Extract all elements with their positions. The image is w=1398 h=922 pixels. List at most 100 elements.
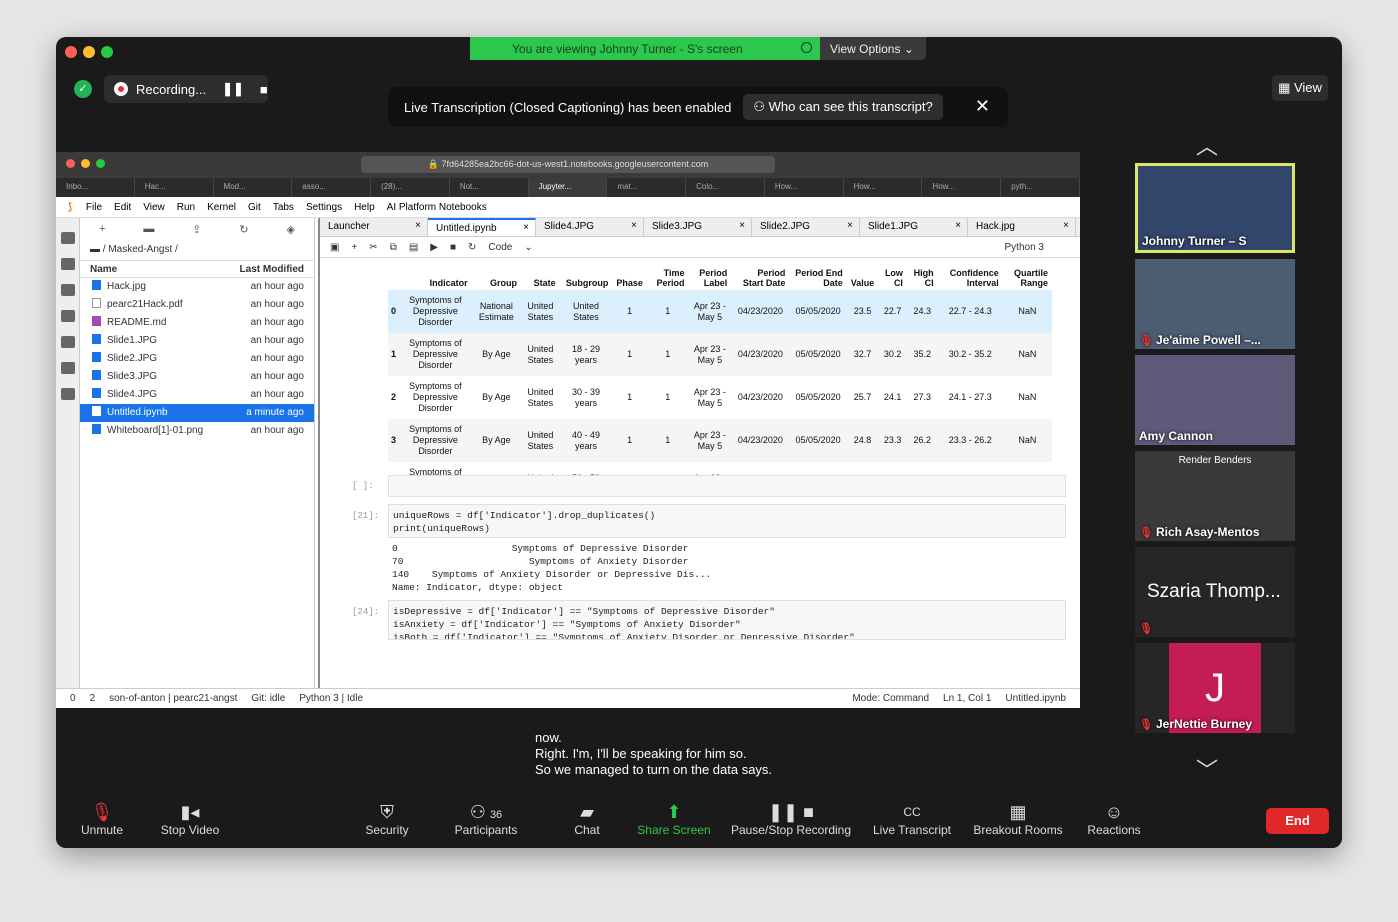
palette-icon[interactable] — [61, 310, 75, 322]
file-row[interactable]: pearc21Hack.pdf an hour ago — [80, 296, 314, 314]
browser-tab[interactable]: mat... — [607, 178, 687, 197]
browser-tab[interactable]: How... — [844, 178, 923, 197]
menu-kernel[interactable]: Kernel — [207, 202, 236, 213]
menu-file[interactable]: File — [86, 202, 102, 213]
status-terminals[interactable]: 0 — [70, 693, 76, 704]
menu-view[interactable]: View — [143, 202, 165, 213]
browser-tab[interactable]: Hac... — [135, 178, 214, 197]
browser-tab[interactable]: How... — [765, 178, 844, 197]
participant-tile[interactable]: Szaria Thomp... 🎙 — [1135, 547, 1295, 637]
menu-ai-platform[interactable]: AI Platform Notebooks — [387, 202, 487, 213]
empty-code-cell[interactable] — [388, 475, 1066, 497]
close-icon[interactable]: ✕ — [975, 96, 990, 117]
browser-tab[interactable]: pyth... — [1001, 178, 1080, 197]
run-icon[interactable]: ▶ — [430, 242, 438, 253]
breadcrumb-path[interactable]: / Masked-Angst / — [103, 244, 178, 255]
file-row[interactable]: README.md an hour ago — [80, 314, 314, 332]
status-position[interactable]: Ln 1, Col 1 — [943, 693, 991, 704]
doc-tab[interactable]: Slide2.JPG — [752, 218, 860, 236]
participant-tile[interactable]: 🎙 Je'aime Powell –... — [1135, 259, 1295, 349]
participant-tile[interactable]: Render Benders 🎙 Rich Asay-Mentos — [1135, 451, 1295, 541]
browser-tab[interactable]: (28)... — [371, 178, 450, 197]
unmute-button[interactable]: 🎙 Unmute — [56, 801, 152, 837]
participants-button[interactable]: ⚇ 36 Participants — [436, 801, 536, 837]
folder-icon[interactable] — [61, 232, 75, 244]
doc-tab-active[interactable]: Untitled.ipynb — [428, 218, 536, 236]
file-row[interactable]: Slide3.JPG an hour ago — [80, 368, 314, 386]
file-row[interactable]: Slide2.JPG an hour ago — [80, 350, 314, 368]
menu-tabs[interactable]: Tabs — [273, 202, 294, 213]
encryption-shield-icon[interactable]: ✓ — [74, 80, 92, 98]
doc-tab[interactable]: Slide3.JPG — [644, 218, 752, 236]
wrench-icon[interactable] — [61, 336, 75, 348]
reactions-button[interactable]: ☺ Reactions — [1064, 801, 1164, 837]
browser-tab[interactable]: Colo... — [686, 178, 765, 197]
stop-video-button[interactable]: ▮◂ Stop Video — [140, 801, 240, 837]
participant-tile-active[interactable]: Johnny Turner – S — [1135, 163, 1295, 253]
pause-recording-icon[interactable]: ❚❚ — [222, 81, 244, 97]
chevron-up-icon[interactable]: ︿ — [1196, 129, 1218, 161]
chat-button[interactable]: ▰ Chat — [537, 801, 637, 837]
modified-column-header[interactable]: Last Modified — [240, 261, 304, 277]
doc-tab[interactable]: Hack.jpg — [968, 218, 1076, 236]
git-icon[interactable] — [61, 284, 75, 296]
tabs-icon[interactable] — [61, 362, 75, 374]
cell-type-select[interactable]: Code — [488, 242, 512, 253]
status-kernel[interactable]: Python 3 | Idle — [299, 693, 363, 704]
view-button[interactable]: ▦ View — [1272, 75, 1328, 101]
status-kernels[interactable]: 2 — [90, 693, 96, 704]
menu-git[interactable]: Git — [248, 202, 261, 213]
security-button[interactable]: ⛨ Security — [337, 801, 437, 837]
browser-tab-active[interactable]: Jupyter... — [528, 178, 608, 197]
zoom-window-button[interactable] — [101, 46, 113, 58]
live-transcript-button[interactable]: CC Live Transcript — [862, 801, 962, 837]
new-launcher-icon[interactable]: + — [99, 223, 105, 235]
stop-recording-icon[interactable]: ■ — [260, 82, 268, 97]
pause-stop-recording-button[interactable]: ❚❚ ■ Pause/Stop Recording — [723, 801, 859, 837]
doc-tab[interactable]: Launcher — [320, 218, 428, 236]
doc-tab[interactable]: Slide4.JPG — [536, 218, 644, 236]
code-cell[interactable]: isDepressive = df['Indicator'] == "Sympt… — [388, 600, 1066, 640]
copy-icon[interactable]: ⧉ — [390, 242, 397, 253]
file-row-selected[interactable]: Untitled.ipynb a minute ago — [80, 404, 314, 422]
save-icon[interactable]: ▣ — [330, 242, 339, 253]
folder-icon[interactable]: ▬ — [90, 244, 103, 255]
menu-settings[interactable]: Settings — [306, 202, 342, 213]
cut-icon[interactable]: ✂ — [369, 242, 377, 253]
restart-icon[interactable]: ↻ — [468, 242, 476, 253]
new-folder-icon[interactable]: ▬ — [143, 223, 154, 235]
status-env[interactable]: son-of-anton | pearc21-angst — [109, 693, 237, 704]
doc-tab[interactable]: Slide1.JPG — [860, 218, 968, 236]
file-row[interactable]: Whiteboard[1]-01.png an hour ago — [80, 422, 314, 440]
close-window-button[interactable] — [65, 46, 77, 58]
file-row[interactable]: Hack.jpg an hour ago — [80, 278, 314, 296]
participant-tile[interactable]: Amy Cannon — [1135, 355, 1295, 445]
browser-zoom-button[interactable] — [96, 159, 105, 168]
menu-run[interactable]: Run — [177, 202, 195, 213]
browser-tab[interactable]: How... — [922, 178, 1002, 197]
menu-edit[interactable]: Edit — [114, 202, 131, 213]
address-bar[interactable]: 🔒 7fd64285ea2bc66-dot-us-west1.notebooks… — [361, 156, 775, 173]
breakout-rooms-button[interactable]: ▦ Breakout Rooms — [968, 801, 1068, 837]
refresh-icon[interactable]: ↻ — [239, 223, 248, 236]
minimize-window-button[interactable] — [83, 46, 95, 58]
browser-tab[interactable]: Not... — [450, 178, 529, 197]
kernel-name[interactable]: Python 3 — [1005, 242, 1044, 253]
name-column-header[interactable]: Name — [90, 261, 117, 277]
browser-tab[interactable]: Inbo... — [56, 178, 135, 197]
who-can-see-button[interactable]: ⚇ Who can see this transcript? — [743, 94, 943, 120]
browser-tab[interactable]: Mod... — [214, 178, 293, 197]
end-meeting-button[interactable]: End — [1266, 808, 1329, 834]
menu-help[interactable]: Help — [354, 202, 375, 213]
file-row[interactable]: Slide4.JPG an hour ago — [80, 386, 314, 404]
share-screen-button[interactable]: ⬆ Share Screen — [624, 801, 724, 837]
view-options-button[interactable]: View Options ⌄ — [820, 37, 926, 60]
toc-icon[interactable] — [61, 388, 75, 400]
browser-tab[interactable]: asso... — [292, 178, 372, 197]
insert-cell-icon[interactable]: + — [351, 242, 357, 253]
file-row[interactable]: Slide1.JPG an hour ago — [80, 332, 314, 350]
git-clone-icon[interactable]: ◈ — [287, 223, 295, 236]
browser-close-button[interactable] — [66, 159, 75, 168]
participant-tile[interactable]: J 🎙 JerNettie Burney — [1135, 643, 1295, 733]
browser-minimize-button[interactable] — [81, 159, 90, 168]
